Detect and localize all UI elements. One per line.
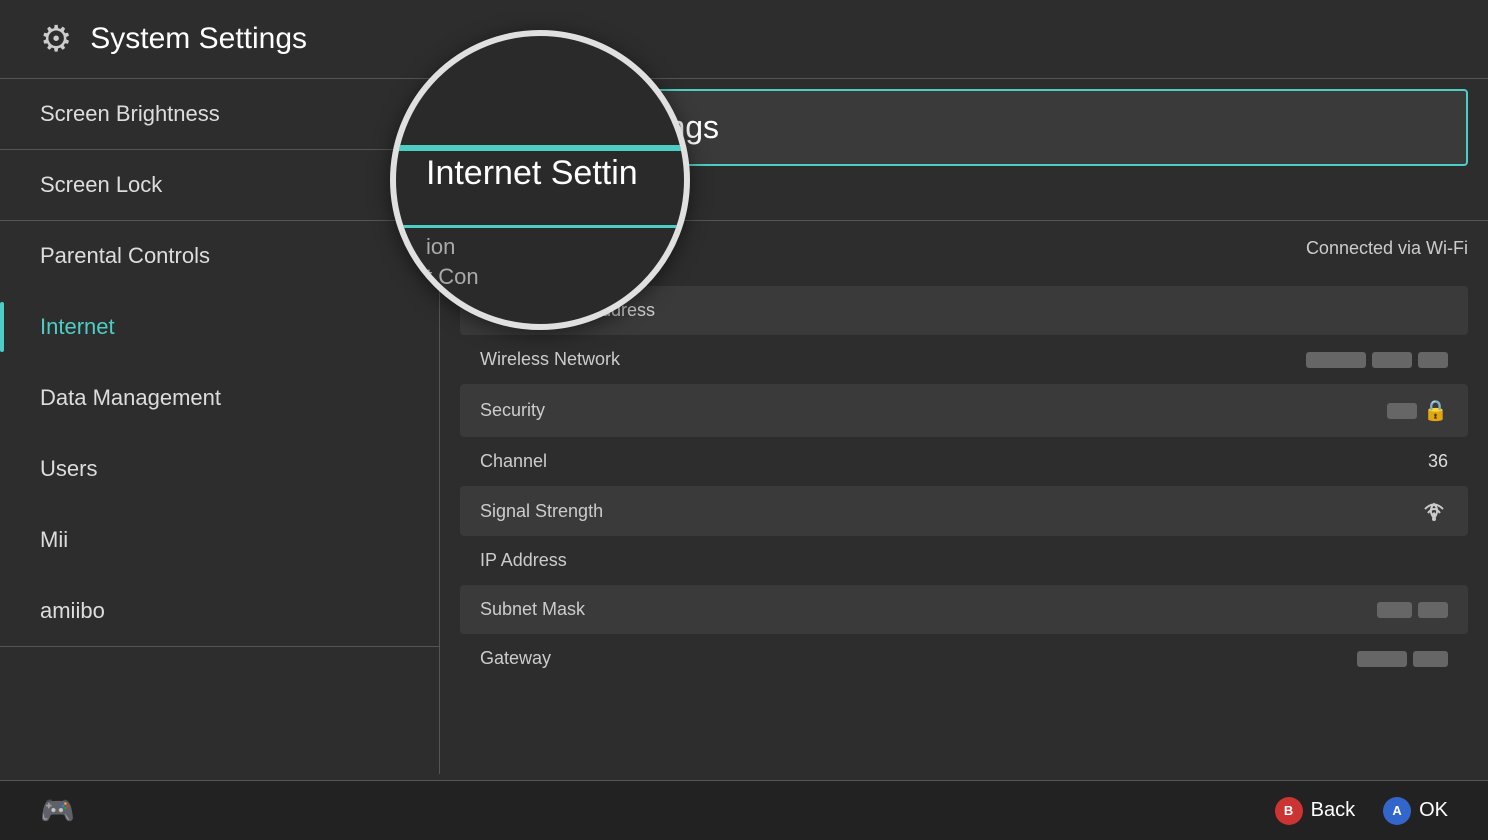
- blur-block-1: [1306, 352, 1366, 368]
- sidebar: Screen Brightness Screen Lock Parental C…: [0, 79, 440, 774]
- gateway-label: Gateway: [480, 648, 551, 669]
- sidebar-item-mii[interactable]: Mii: [0, 505, 439, 576]
- switch-console-icon: 🎮: [40, 794, 75, 827]
- selected-section-title: Internet Settings: [460, 89, 1468, 166]
- wireless-network-value: [1306, 352, 1448, 368]
- signal-strength-row: Signal Strength: [460, 486, 1468, 536]
- b-button-icon: B: [1275, 797, 1303, 825]
- section-subtitle: Connection: [440, 166, 1488, 221]
- footer-left: 🎮: [40, 794, 75, 827]
- blur-block-4: [1387, 403, 1417, 419]
- blur-block-6: [1418, 602, 1448, 618]
- wifi-icon: [1420, 500, 1448, 522]
- ok-label: OK: [1419, 799, 1448, 822]
- sidebar-item-label: Mii: [40, 527, 68, 552]
- mac-address-label: System MAC Address: [480, 300, 655, 321]
- footer-right: B Back A OK: [1275, 797, 1448, 825]
- page-title: System Settings: [90, 22, 307, 56]
- gateway-value: [1357, 651, 1448, 667]
- sidebar-item-parental-controls[interactable]: Parental Controls: [0, 221, 439, 292]
- mac-address-row: System MAC Address: [460, 286, 1468, 335]
- connection-status-row: Connection Status Connected via Wi-Fi: [440, 221, 1488, 276]
- ok-button[interactable]: A OK: [1383, 797, 1448, 825]
- sidebar-item-screen-lock[interactable]: Screen Lock: [0, 150, 439, 221]
- wireless-network-label: Wireless Network: [480, 349, 620, 370]
- back-label: Back: [1311, 799, 1355, 822]
- subnet-mask-label: Subnet Mask: [480, 599, 585, 620]
- main-content: Internet Settings Connection Connection …: [440, 79, 1488, 774]
- sidebar-item-label: Internet: [40, 314, 115, 339]
- settings-icon: ⚙: [40, 18, 72, 60]
- sidebar-item-internet[interactable]: Internet: [0, 292, 439, 363]
- subnet-mask-value: [1377, 602, 1448, 618]
- header: ⚙ System Settings: [0, 0, 1488, 79]
- a-button-icon: A: [1383, 797, 1411, 825]
- back-button[interactable]: B Back: [1275, 797, 1355, 825]
- sidebar-item-screen-brightness[interactable]: Screen Brightness: [0, 79, 439, 150]
- channel-value: 36: [1428, 451, 1448, 472]
- subnet-mask-row: Subnet Mask: [460, 585, 1468, 634]
- security-row: Security 🔒: [460, 384, 1468, 437]
- blur-block-2: [1372, 352, 1412, 368]
- sidebar-item-label: Parental Controls: [40, 243, 210, 268]
- connection-status-value: Connected via Wi-Fi: [1306, 238, 1468, 259]
- sidebar-item-label: Screen Brightness: [40, 101, 220, 126]
- sidebar-item-data-management[interactable]: Data Management: [0, 363, 439, 434]
- sidebar-item-label: amiibo: [40, 598, 105, 623]
- security-value: 🔒: [1387, 398, 1448, 423]
- channel-label: Channel: [480, 451, 547, 472]
- info-table: System MAC Address Wireless Network Secu…: [460, 286, 1468, 683]
- sidebar-item-label: Screen Lock: [40, 172, 162, 197]
- lock-icon: 🔒: [1423, 398, 1448, 423]
- blur-block-5: [1377, 602, 1412, 618]
- blur-block-7: [1357, 651, 1407, 667]
- security-label: Security: [480, 400, 545, 421]
- blur-block-3: [1418, 352, 1448, 368]
- sidebar-item-amiibo[interactable]: amiibo: [0, 576, 439, 647]
- sidebar-item-users[interactable]: Users: [0, 434, 439, 505]
- footer: 🎮 B Back A OK: [0, 780, 1488, 840]
- wireless-network-row: Wireless Network: [460, 335, 1468, 384]
- sidebar-item-label: Data Management: [40, 385, 221, 410]
- main-layout: Screen Brightness Screen Lock Parental C…: [0, 79, 1488, 774]
- signal-strength-value: [1420, 500, 1448, 522]
- sidebar-item-label: Users: [40, 456, 97, 481]
- ip-address-label: IP Address: [480, 550, 567, 571]
- blur-block-8: [1413, 651, 1448, 667]
- signal-strength-label: Signal Strength: [480, 501, 603, 522]
- connection-status-label: Connection Status: [460, 237, 623, 260]
- channel-row: Channel 36: [460, 437, 1468, 486]
- ip-address-row: IP Address: [460, 536, 1468, 585]
- gateway-row: Gateway: [460, 634, 1468, 683]
